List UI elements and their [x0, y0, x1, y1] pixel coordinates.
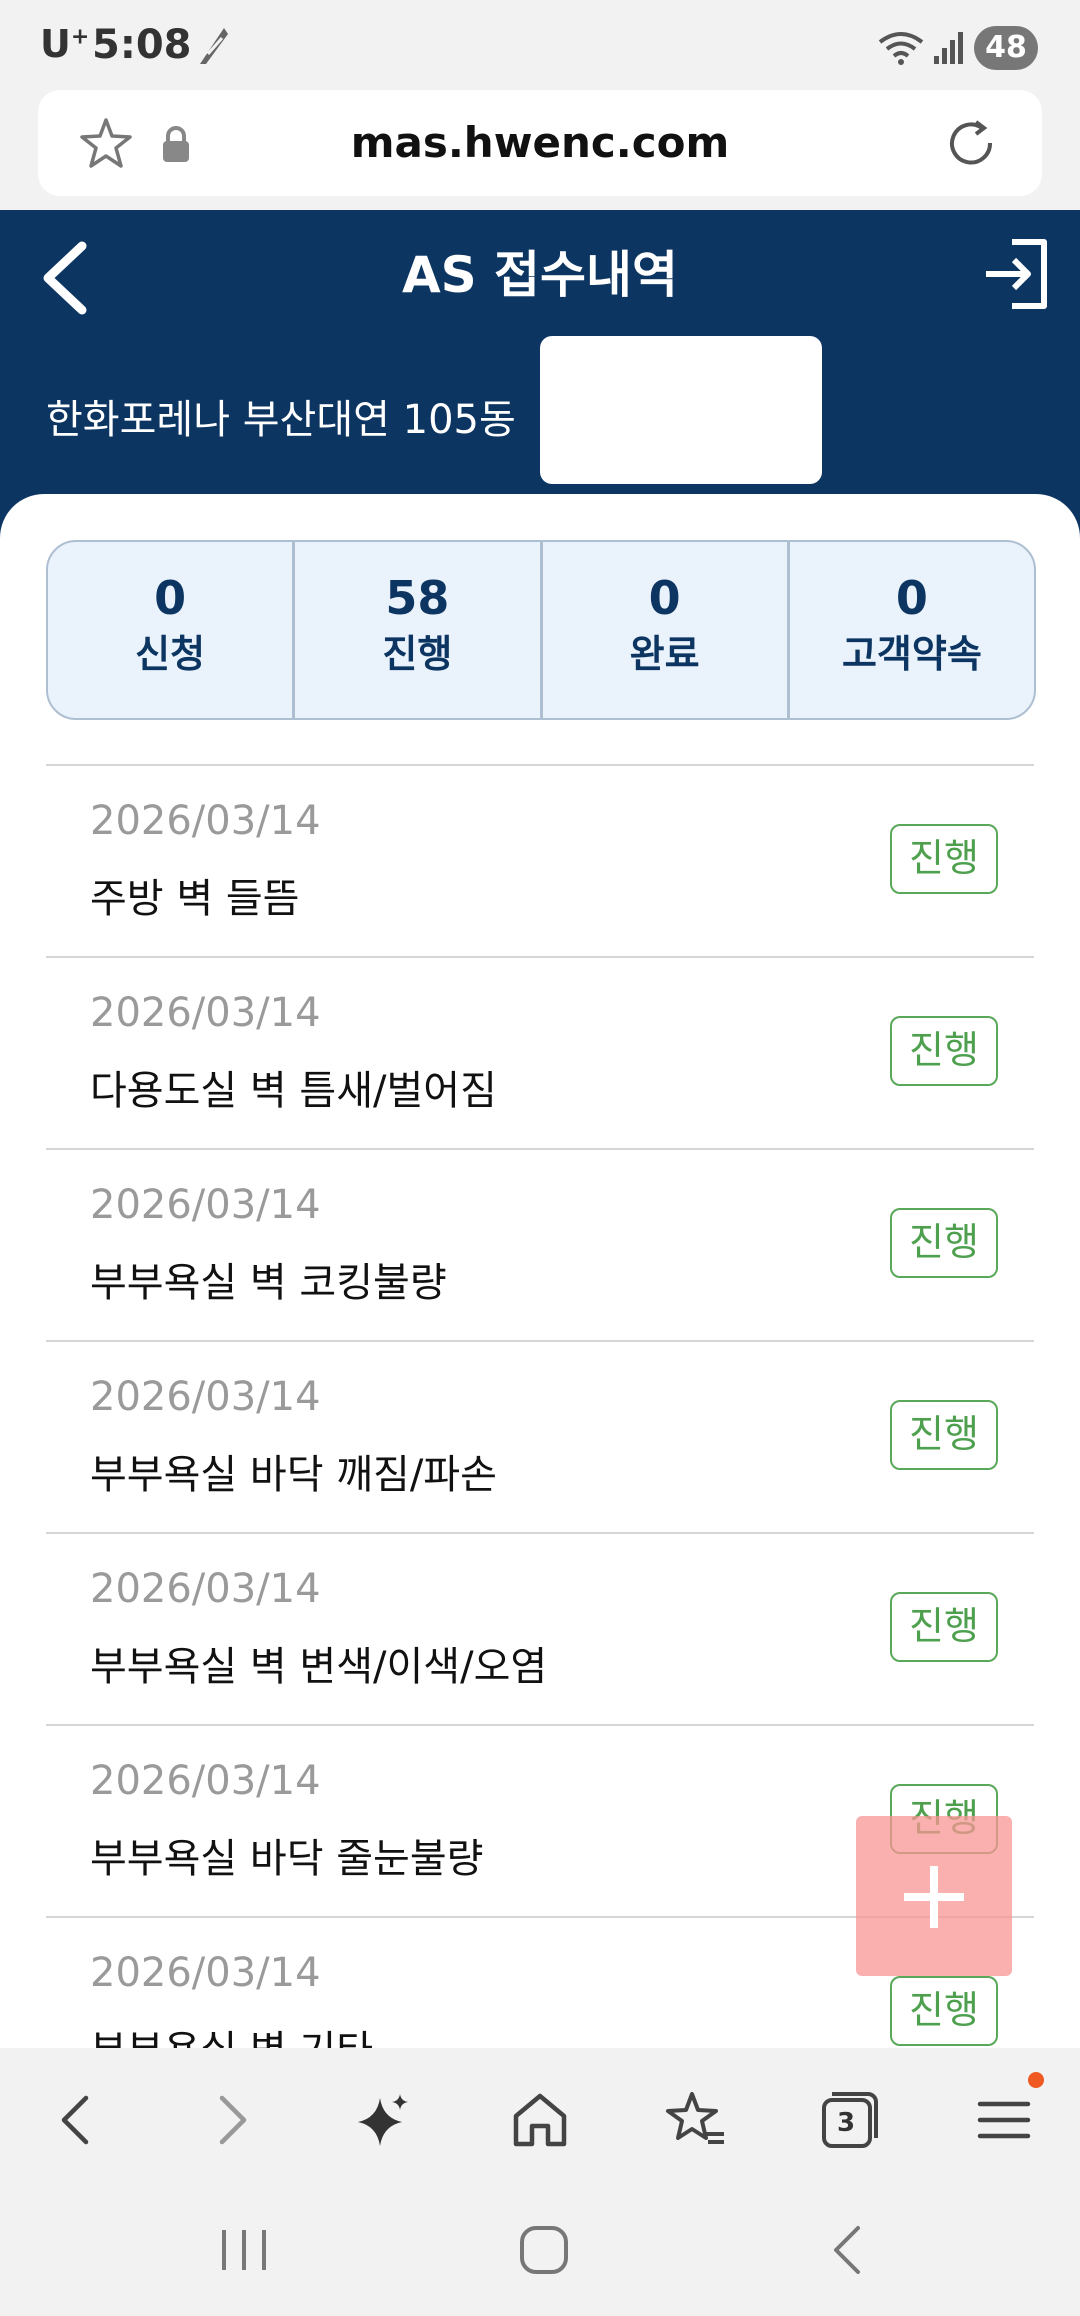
item-date: 2026/03/14 — [90, 1566, 321, 1612]
status-summary: 0 신청 58 진행 0 완료 0 고객약속 — [46, 540, 1036, 720]
bookmarks-icon[interactable] — [664, 2088, 728, 2152]
item-title: 부부욕실 벽 기타 — [90, 2024, 373, 2048]
add-request-button[interactable] — [856, 1816, 1012, 1976]
stat-completed[interactable]: 0 완료 — [543, 542, 790, 718]
stat-applied[interactable]: 0 신청 — [48, 542, 296, 718]
sparkle-icon[interactable] — [352, 2088, 416, 2152]
stat-count: 0 — [648, 571, 681, 625]
home-icon[interactable] — [508, 2088, 572, 2152]
site-name: 한화포레나 부산대연 105동 — [46, 397, 516, 443]
item-date: 2026/03/14 — [90, 798, 321, 844]
item-title: 부부욕실 벽 변색/이색/오염 — [90, 1644, 548, 1690]
reload-icon[interactable] — [942, 114, 1000, 172]
item-date: 2026/03/14 — [90, 990, 321, 1036]
menu-icon[interactable] — [972, 2088, 1036, 2152]
battery-indicator: 48 — [974, 26, 1038, 70]
home-nav-icon[interactable] — [514, 2222, 574, 2278]
browser-address-area: mas.hwenc.com — [0, 90, 1080, 210]
carrier-label: U+ — [40, 22, 90, 66]
feather-icon — [200, 28, 228, 64]
address-bar[interactable]: mas.hwenc.com — [38, 90, 1042, 196]
notification-dot — [1028, 2072, 1044, 2088]
stat-count: 0 — [154, 571, 187, 625]
item-title: 다용도실 벽 틈새/벌어짐 — [90, 1068, 497, 1114]
system-nav-bar — [0, 2198, 1080, 2316]
status-badge: 진행 — [890, 1976, 998, 2046]
back-nav-icon[interactable] — [818, 2222, 878, 2278]
status-badge: 진행 — [890, 1400, 998, 1470]
tab-count: 3 — [836, 2108, 856, 2138]
back-icon[interactable] — [44, 2088, 108, 2152]
list-item[interactable]: 2026/03/14 다용도실 벽 틈새/벌어짐 진행 — [46, 956, 1034, 1148]
status-badge: 진행 — [890, 1016, 998, 1086]
item-date: 2026/03/14 — [90, 1182, 321, 1228]
page-title: AS 접수내역 — [401, 246, 679, 304]
clock: 5:08 — [92, 22, 192, 68]
tabs-button[interactable]: 3 — [818, 2088, 882, 2152]
list-item[interactable]: 2026/03/14 부부욕실 바닥 깨짐/파손 진행 — [46, 1340, 1034, 1532]
content-card: 0 신청 58 진행 0 완료 0 고객약속 2026/03/14 주방 벽 들… — [0, 494, 1080, 2048]
status-bar: U+ 5:08 48 — [0, 0, 1080, 90]
item-title: 주방 벽 들뜸 — [90, 876, 300, 922]
item-date: 2026/03/14 — [90, 1950, 321, 1996]
recent-apps-icon[interactable] — [214, 2222, 274, 2278]
signal-icon — [934, 32, 963, 64]
stat-appointment[interactable]: 0 고객약속 — [790, 542, 1034, 718]
item-date: 2026/03/14 — [90, 1374, 321, 1420]
forward-icon[interactable] — [200, 2088, 264, 2152]
wifi-icon — [878, 32, 924, 65]
list-item[interactable]: 2026/03/14 부부욕실 벽 코킹불량 진행 — [46, 1148, 1034, 1340]
status-badge: 진행 — [890, 1592, 998, 1662]
stat-label: 완료 — [629, 632, 700, 676]
page-header: AS 접수내역 한화포레나 부산대연 105동 — [0, 210, 1080, 540]
url-text[interactable]: mas.hwenc.com — [38, 90, 1042, 196]
stat-count: 0 — [895, 571, 928, 625]
item-title: 부부욕실 벽 코킹불량 — [90, 1260, 447, 1306]
list-item[interactable]: 2026/03/14 주방 벽 들뜸 진행 — [46, 764, 1034, 956]
stat-in-progress[interactable]: 58 진행 — [295, 542, 543, 718]
status-badge: 진행 — [890, 824, 998, 894]
status-badge: 진행 — [890, 1208, 998, 1278]
list-item[interactable]: 2026/03/14 부부욕실 벽 변색/이색/오염 진행 — [46, 1532, 1034, 1724]
item-title: 부부욕실 바닥 줄눈불량 — [90, 1836, 484, 1882]
browser-toolbar: 3 — [0, 2048, 1080, 2198]
item-title: 부부욕실 바닥 깨짐/파손 — [90, 1452, 497, 1498]
stat-label: 진행 — [382, 632, 453, 676]
stat-count: 58 — [385, 571, 450, 625]
unit-info-box — [540, 336, 822, 484]
stat-label: 신청 — [135, 632, 206, 676]
logout-icon[interactable] — [982, 236, 1052, 312]
stat-label: 고객약속 — [841, 632, 982, 676]
item-date: 2026/03/14 — [90, 1758, 321, 1804]
